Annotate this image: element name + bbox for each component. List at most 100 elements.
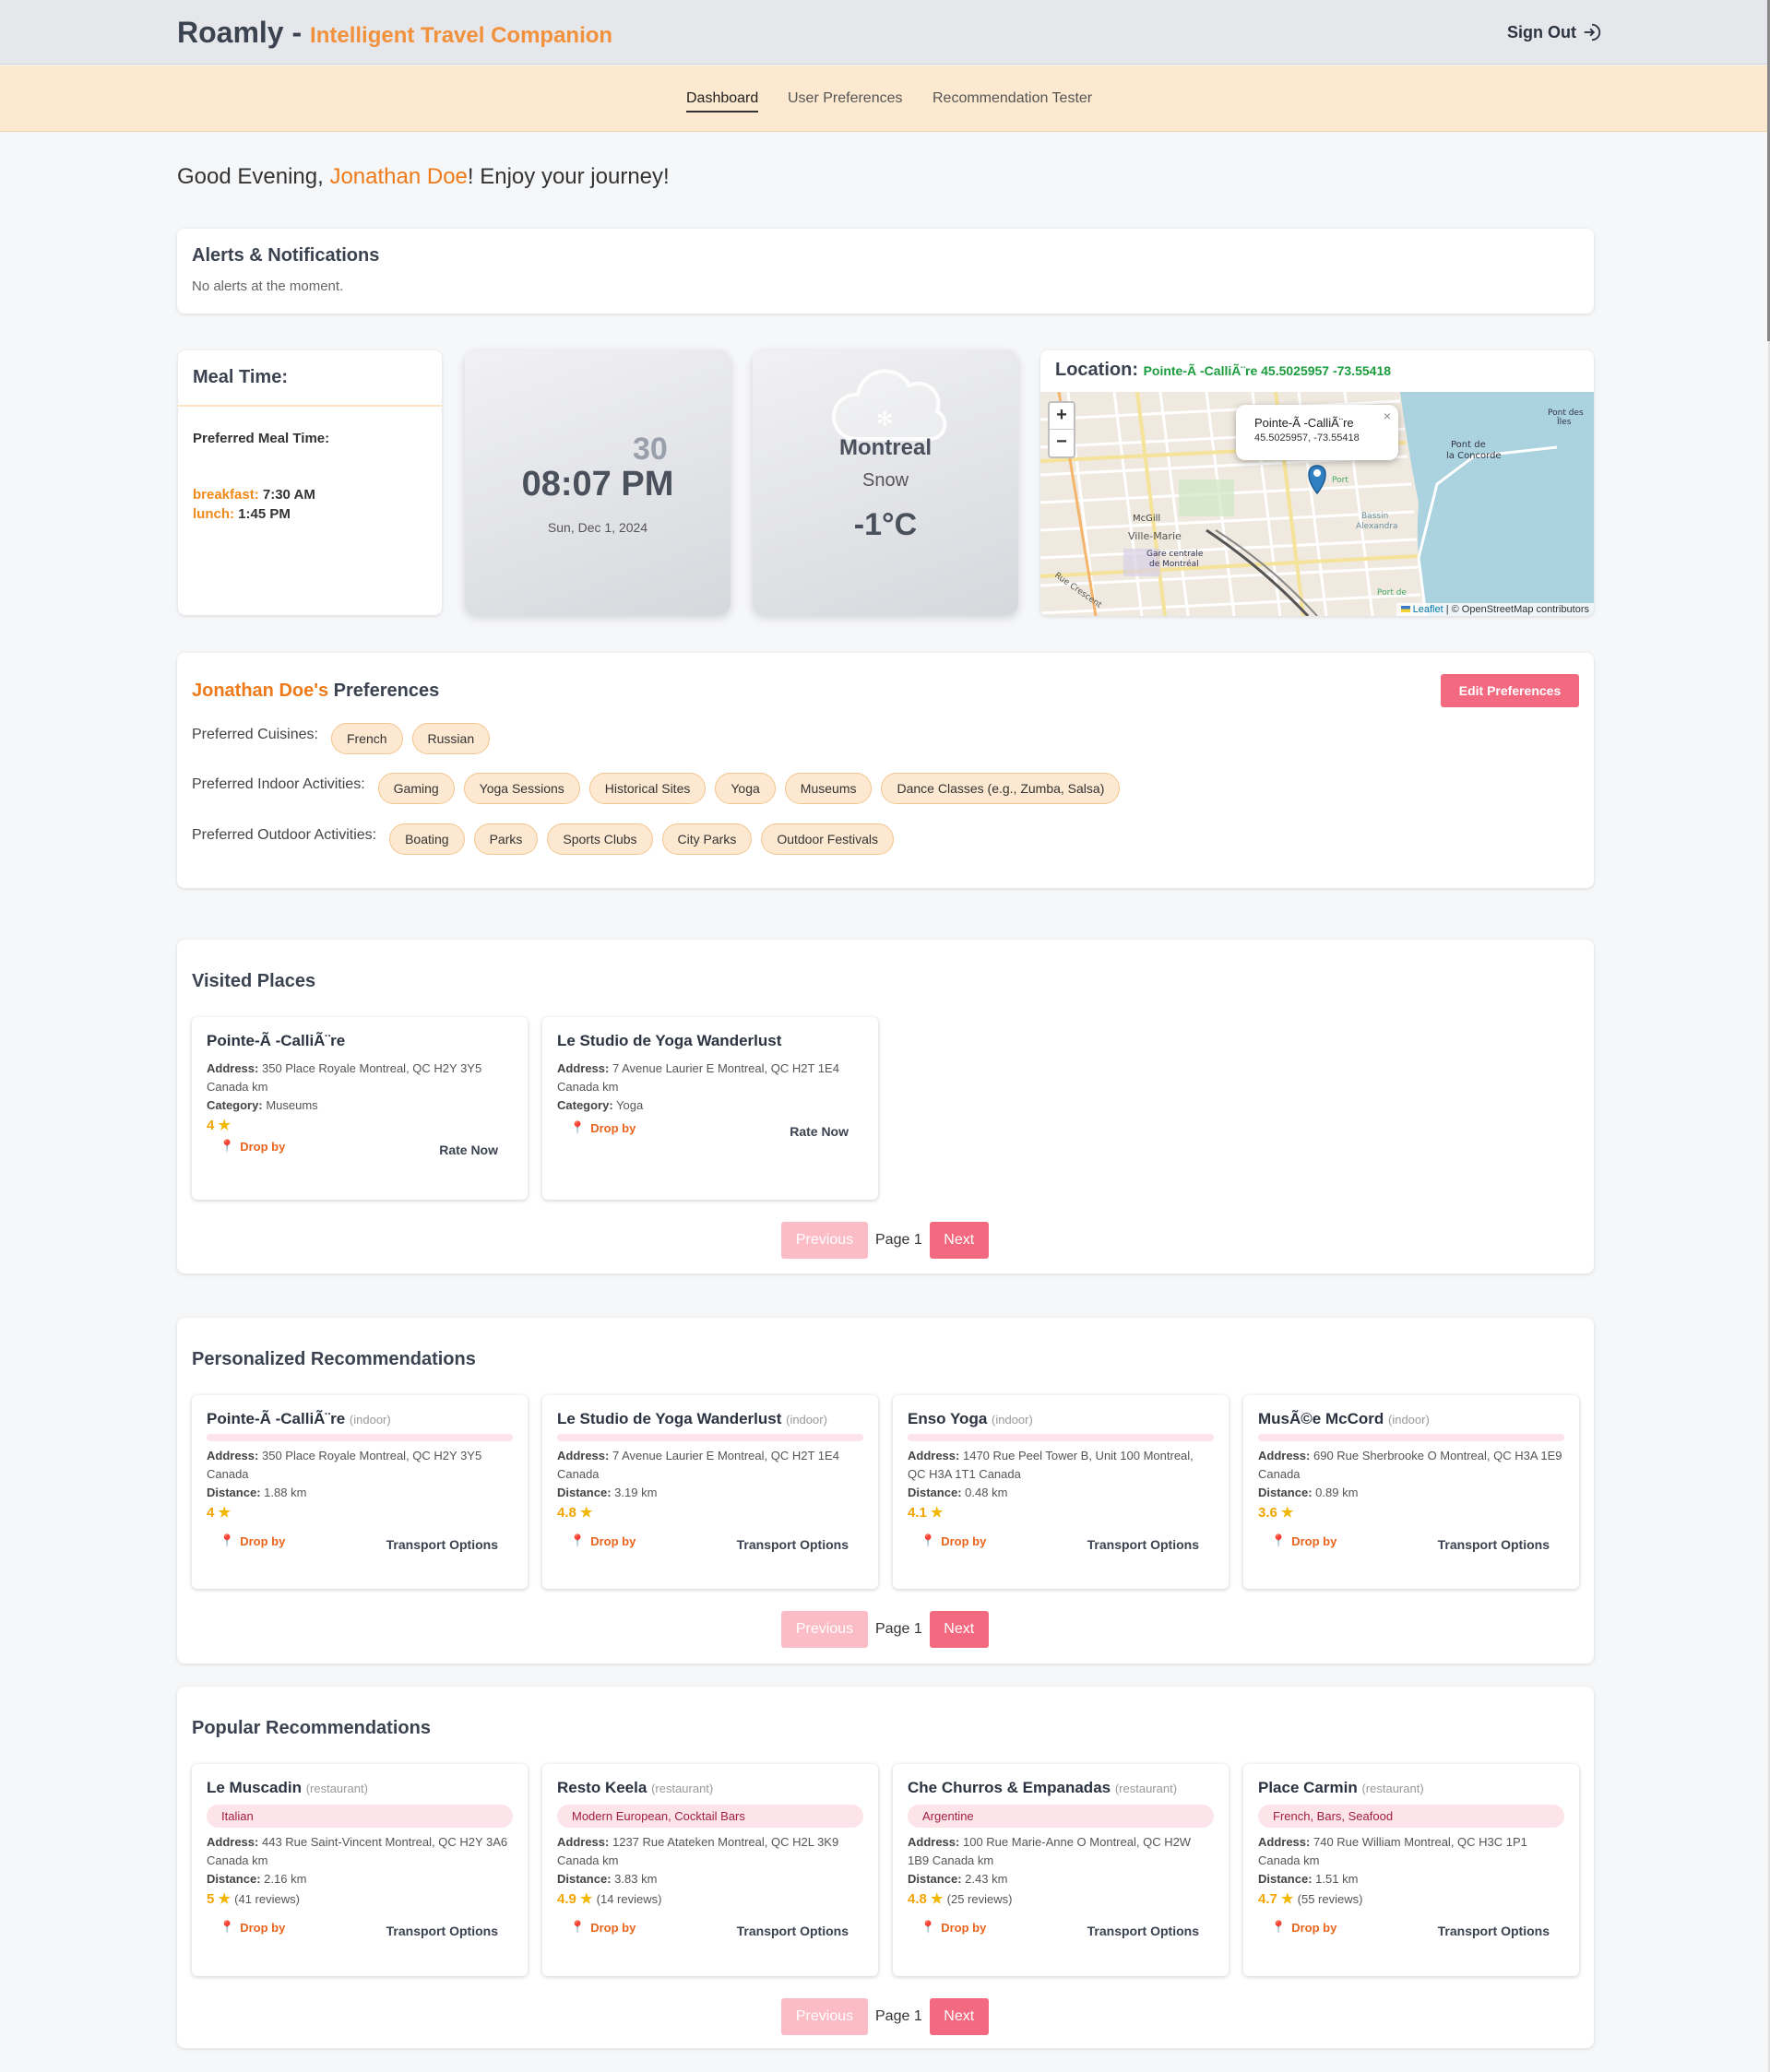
place-rating: 4.7 ★ (55 reviews) — [1258, 1890, 1564, 1907]
rating-value: 4.8 — [908, 1891, 927, 1907]
map-label-bassin: Bassin — [1361, 512, 1388, 521]
address-label: Address: — [908, 1835, 960, 1849]
indoor-chip: Museums — [784, 773, 873, 804]
transport-options-button[interactable]: Transport Options — [737, 1924, 849, 1938]
place-rating: 3.6 ★ — [1258, 1504, 1564, 1521]
place-name-row: Le Studio de Yoga Wanderlust (indoor) — [557, 1410, 863, 1428]
sign-out-icon — [1584, 23, 1601, 41]
cuisine-tag: French, Bars, Seafood — [1258, 1805, 1564, 1828]
map-pin-icon: 📍 — [570, 1920, 586, 1934]
attribution-leaflet-link[interactable]: Leaflet — [1413, 604, 1443, 615]
transport-options-button[interactable]: Transport Options — [1438, 1924, 1550, 1938]
personalized-section: Personalized Recommendations Pointe-Ã -C… — [177, 1318, 1594, 1664]
address-label: Address: — [557, 1061, 610, 1075]
preferences-card: Jonathan Doe's Preferences Edit Preferen… — [177, 653, 1594, 888]
transport-options-button[interactable]: Transport Options — [1438, 1537, 1550, 1552]
map-label-mcgill: McGill — [1133, 514, 1160, 524]
drop-by-button[interactable]: 📍 Drop by — [220, 1139, 285, 1154]
next-button[interactable]: Next — [929, 1611, 989, 1648]
outdoor-row: Preferred Outdoor Activities: Boating Pa… — [192, 823, 903, 855]
distance-value: 1.51 km — [1315, 1872, 1359, 1886]
drop-by-label: Drop by — [240, 1533, 286, 1548]
place-address: Address: 740 Rue William Montreal, QC H3… — [1258, 1833, 1564, 1870]
drop-by-button[interactable]: 📍 Drop by — [220, 1920, 285, 1935]
nav-recommendation-tester[interactable]: Recommendation Tester — [933, 90, 1092, 107]
rate-now-button[interactable]: Rate Now — [439, 1143, 498, 1157]
place-name: Pointe-Ã -CalliÃ¨re — [207, 1410, 346, 1427]
transport-options-button[interactable]: Transport Options — [386, 1924, 498, 1938]
rate-now-button[interactable]: Rate Now — [790, 1124, 849, 1139]
category-value: Yoga — [616, 1098, 644, 1112]
indoor-row: Preferred Indoor Activities: Gaming Yoga… — [192, 773, 1129, 804]
place-address: Address: 443 Rue Saint-Vincent Montreal,… — [207, 1833, 513, 1870]
map-pin-icon: 📍 — [570, 1533, 586, 1547]
rating-value: 4.9 — [557, 1891, 576, 1907]
drop-by-label: Drop by — [941, 1920, 987, 1935]
map-pin-icon: 📍 — [220, 1920, 235, 1934]
drop-by-button[interactable]: 📍 Drop by — [220, 1533, 285, 1548]
transport-options-button[interactable]: Transport Options — [1087, 1924, 1199, 1938]
popup-close-icon[interactable]: × — [1384, 408, 1391, 423]
place-name: Le Muscadin — [207, 1779, 302, 1796]
category-bar — [1258, 1434, 1564, 1441]
review-count: (25 reviews) — [946, 1892, 1013, 1906]
zoom-in-button[interactable]: + — [1050, 403, 1074, 430]
place-name-row: Pointe-Ã -CalliÃ¨re (indoor) — [207, 1410, 513, 1428]
place-address: Address: 350 Place Royale Montreal, QC H… — [207, 1447, 513, 1484]
place-distance: Distance: 1.51 km — [1258, 1870, 1564, 1888]
zoom-out-button[interactable]: − — [1050, 430, 1074, 456]
map[interactable]: McGill Ville-Marie Gare centrale de Mont… — [1040, 392, 1594, 616]
place-type: (restaurant) — [1361, 1782, 1424, 1795]
next-button[interactable]: Next — [929, 1222, 989, 1259]
weather-card: ✻ Montreal Snow -1°C — [753, 350, 1018, 615]
meal-key: lunch: — [193, 506, 234, 522]
preferences-owner: Jonathan Doe's — [192, 681, 329, 701]
drop-by-button[interactable]: 📍 Drop by — [921, 1920, 986, 1935]
place-type: (restaurant) — [651, 1782, 714, 1795]
rating-value: 4.7 — [1258, 1891, 1277, 1907]
greeting-name: Jonathan Doe — [329, 164, 468, 189]
map-pin-icon: 📍 — [1271, 1533, 1287, 1547]
review-count: (41 reviews) — [234, 1892, 300, 1906]
place-address: Address: 1237 Rue Atateken Montreal, QC … — [557, 1833, 863, 1870]
previous-button[interactable]: Previous — [781, 1998, 868, 2035]
previous-button[interactable]: Previous — [781, 1611, 868, 1648]
meal-subtitle: Preferred Meal Time: — [193, 431, 330, 446]
drop-by-button[interactable]: 📍 Drop by — [570, 1533, 636, 1548]
place-distance: Distance: 2.43 km — [908, 1870, 1214, 1888]
drop-by-button[interactable]: 📍 Drop by — [921, 1533, 986, 1548]
drop-by-button[interactable]: 📍 Drop by — [1271, 1533, 1336, 1548]
nav-dashboard[interactable]: Dashboard — [686, 90, 759, 112]
greeting: Good Evening, Jonathan Doe! Enjoy your j… — [177, 164, 670, 190]
recommendation-card: Pointe-Ã -CalliÃ¨re (indoor) Address: 350… — [192, 1395, 528, 1589]
place-address: Address: 1470 Rue Peel Tower B, Unit 100… — [908, 1447, 1214, 1484]
drop-by-button[interactable]: 📍 Drop by — [1271, 1920, 1336, 1935]
transport-options-button[interactable]: Transport Options — [1087, 1537, 1199, 1552]
map-label-de-montreal: de Montréal — [1149, 559, 1199, 569]
transport-options-button[interactable]: Transport Options — [386, 1537, 498, 1552]
category-label: Category: — [557, 1098, 613, 1112]
page-indicator: Page 1 — [875, 1232, 922, 1248]
page-indicator: Page 1 — [875, 2008, 922, 2024]
map-popup: Pointe-Ã -CalliÃ¨re 45.5025957, -73.5541… — [1236, 405, 1398, 460]
place-name-row: Enso Yoga (indoor) — [908, 1410, 1214, 1428]
edit-preferences-button[interactable]: Edit Preferences — [1441, 674, 1579, 707]
category-label: Category: — [207, 1098, 263, 1112]
place-category: Category: Yoga — [557, 1096, 863, 1115]
indoor-chip: Gaming — [377, 773, 455, 804]
previous-button[interactable]: Previous — [781, 1222, 868, 1259]
sign-out-button[interactable]: Sign Out — [1507, 22, 1602, 42]
place-name-row: Le Muscadin (restaurant) — [207, 1779, 513, 1797]
popup-name: Pointe-Ã -CalliÃ¨re — [1254, 416, 1354, 430]
next-button[interactable]: Next — [929, 1998, 989, 2035]
transport-options-button[interactable]: Transport Options — [737, 1537, 849, 1552]
drop-by-label: Drop by — [941, 1533, 987, 1548]
drop-by-button[interactable]: 📍 Drop by — [570, 1120, 636, 1135]
place-distance: Distance: 2.16 km — [207, 1870, 513, 1888]
main-nav: Dashboard User Preferences Recommendatio… — [0, 65, 1768, 132]
place-type: (indoor) — [349, 1413, 391, 1427]
nav-user-preferences[interactable]: User Preferences — [788, 90, 903, 107]
drop-by-button[interactable]: 📍 Drop by — [570, 1920, 636, 1935]
popup-coords: 45.5025957, -73.55418 — [1254, 432, 1360, 444]
place-name: Le Studio de Yoga Wanderlust — [557, 1032, 782, 1049]
